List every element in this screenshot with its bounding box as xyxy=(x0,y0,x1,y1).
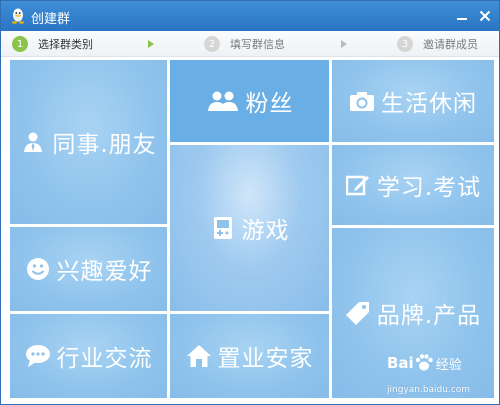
camera-icon xyxy=(349,89,375,113)
tile-home-buying[interactable]: 置业安家 xyxy=(170,314,329,398)
step-1: 1 选择群类别 xyxy=(12,35,93,53)
step-number: 3 xyxy=(397,36,413,52)
step-number: 1 xyxy=(12,36,28,52)
tile-fans[interactable]: 粉丝 xyxy=(170,60,329,142)
step-number: 2 xyxy=(204,36,220,52)
tile-label: 游戏 xyxy=(241,218,290,244)
tile-label: 同事.朋友 xyxy=(52,132,157,158)
step-label: 填写群信息 xyxy=(230,38,285,51)
close-icon xyxy=(479,10,491,22)
window-title: 创建群 xyxy=(31,12,71,27)
paw-icon xyxy=(415,354,433,371)
create-group-window: 创建群 1 选择群类别 2 填写群信息 3 邀请群成员 同事.朋友 粉丝 生活休… xyxy=(0,0,500,405)
tile-life-leisure[interactable]: 生活休闲 xyxy=(332,60,494,142)
watermark-url: jingyan.baidu.com xyxy=(387,385,471,395)
arrow-right-icon xyxy=(341,40,347,48)
title-bar[interactable]: 创建群 xyxy=(1,1,499,31)
tile-label: 粉丝 xyxy=(245,91,294,117)
step-indicator: 1 选择群类别 2 填写群信息 3 邀请群成员 xyxy=(1,31,499,57)
tag-icon xyxy=(345,301,371,325)
watermark-brand-suffix: 经验 xyxy=(435,357,462,373)
tile-interests-hobbies[interactable]: 兴趣爱好 xyxy=(10,227,167,311)
tile-label: 学习.考试 xyxy=(376,175,482,201)
tile-colleagues-friends[interactable]: 同事.朋友 xyxy=(10,60,167,224)
smiley-icon xyxy=(25,257,51,281)
tile-games[interactable]: 游戏 xyxy=(170,145,329,311)
person-icon xyxy=(20,130,46,154)
minimize-button[interactable] xyxy=(451,5,473,27)
people-icon xyxy=(206,89,240,113)
step-3: 3 邀请群成员 xyxy=(397,35,478,53)
tile-label: 置业安家 xyxy=(217,346,314,372)
watermark-brand: Bai xyxy=(387,354,414,372)
minimize-icon xyxy=(457,18,467,20)
qq-penguin-icon xyxy=(12,8,24,24)
tile-label: 行业交流 xyxy=(56,346,153,372)
tile-label: 品牌.产品 xyxy=(376,303,482,329)
step-label: 选择群类别 xyxy=(38,38,93,51)
chat-icon xyxy=(25,344,51,368)
edit-icon xyxy=(345,173,371,197)
close-button[interactable] xyxy=(474,5,496,27)
tile-study-exam[interactable]: 学习.考试 xyxy=(332,145,494,225)
step-2: 2 填写群信息 xyxy=(204,35,285,53)
tile-label: 生活休闲 xyxy=(381,91,477,117)
house-icon xyxy=(186,344,212,368)
category-grid: 同事.朋友 粉丝 生活休闲 游戏 学习.考试 兴趣爱好 品牌.产品 行业交流 置… xyxy=(10,60,494,398)
baidu-jingyan-watermark: Bai 经验 jingyan.baidu.com xyxy=(387,353,497,403)
gamepad-icon xyxy=(210,216,236,240)
arrow-right-icon xyxy=(148,40,154,48)
tile-industry-exchange[interactable]: 行业交流 xyxy=(10,314,167,398)
step-label: 邀请群成员 xyxy=(423,38,478,51)
tile-label: 兴趣爱好 xyxy=(56,259,153,285)
